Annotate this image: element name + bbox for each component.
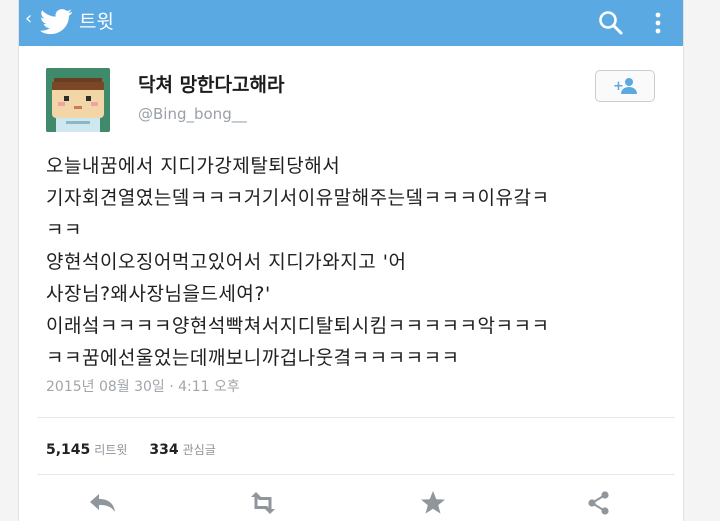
share-icon[interactable] <box>581 488 617 518</box>
retweet-count-label[interactable]: 리트윗 <box>94 443 127 457</box>
divider <box>37 417 675 418</box>
tweet-screen: ‹ 트윗 닥쳐 망한다고해라 @Bing_bong__ + 오늘내꿈에서 지디가… <box>18 0 684 521</box>
display-name[interactable]: 닥쳐 망한다고해라 <box>138 72 284 98</box>
follow-button[interactable]: + <box>595 70 655 102</box>
more-vertical-icon[interactable] <box>649 9 667 37</box>
tweet-text: 오늘내꿈에서 지디가강제탈퇴당해서 기자회견열였는뎈ㅋㅋㅋ거기서이유말해주는뎈ㅋ… <box>46 150 656 374</box>
tweet-timestamp: 2015년 08월 30일 · 4:11 오후 <box>46 379 240 395</box>
back-chevron-icon[interactable]: ‹ <box>25 10 32 28</box>
divider <box>37 474 675 475</box>
favorite-count[interactable]: 334 <box>149 442 178 458</box>
tweet-line: 오늘내꿈에서 지디가강제탈퇴당해서 <box>46 155 341 177</box>
avatar-cartoon-face-icon <box>46 68 110 132</box>
favorite-star-icon[interactable] <box>415 488 451 518</box>
tweet-line: ㅋㅋ꿈에선울었는데깨보니까겁나웃곀ㅋㅋㅋㅋㅋㅋ <box>46 347 460 369</box>
avatar[interactable] <box>46 68 110 132</box>
add-user-icon: + <box>613 78 637 94</box>
tweet-line: 양현석이오징어먹고있어서 지디가와지고 '어 <box>46 251 407 273</box>
tweet-line: 사장님?왜사장님을드세여?' <box>46 283 271 305</box>
favorite-count-label[interactable]: 관심글 <box>183 443 216 457</box>
user-handle[interactable]: @Bing_bong__ <box>138 104 247 124</box>
tweet-line: ㅋㅋ <box>46 219 82 241</box>
page-title: 트윗 <box>79 11 114 33</box>
twitter-bird-icon[interactable] <box>39 9 73 35</box>
tweet-stats: 5,145 리트윗 334 관심글 <box>46 440 238 460</box>
search-icon[interactable] <box>597 9 625 37</box>
tweet-line: 기자회견열였는뎈ㅋㅋㅋ거기서이유말해주는뎈ㅋㅋㅋ이유갘ㅋ <box>46 187 550 209</box>
retweet-count[interactable]: 5,145 <box>46 442 90 458</box>
tweet-line: 이래섴ㅋㅋㅋㅋ양현석빡쳐서지디탈퇴시킴ㅋㅋㅋㅋㅋ악ㅋㅋㅋ <box>46 315 550 337</box>
reply-icon[interactable] <box>85 488 121 518</box>
top-app-bar: ‹ 트윗 <box>19 0 683 46</box>
retweet-icon[interactable] <box>245 488 281 518</box>
